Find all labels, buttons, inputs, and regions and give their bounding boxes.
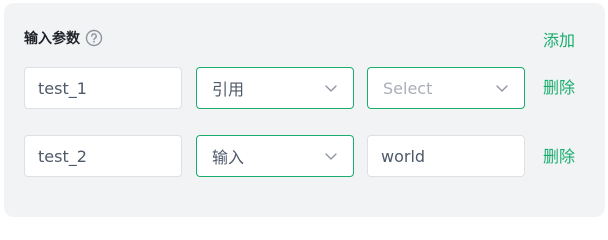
param-name-value: test_1	[38, 78, 87, 98]
delete-row-button[interactable]: 删除	[543, 74, 575, 98]
section-title: 输入参数	[24, 31, 80, 47]
add-param-button[interactable]: 添加	[543, 27, 575, 51]
param-value-select[interactable]: Select	[367, 67, 525, 109]
delete-row-button[interactable]: 删除	[543, 143, 575, 167]
chevron-down-icon	[495, 81, 509, 95]
chevron-down-icon	[324, 149, 338, 163]
param-type-value: 输入	[212, 148, 245, 167]
param-type-value: 引用	[212, 80, 245, 99]
param-value-input[interactable]: world	[367, 135, 525, 177]
param-type-select[interactable]: 输入	[196, 135, 354, 177]
param-type-select[interactable]: 引用	[196, 67, 354, 109]
param-name-value: test_2	[38, 146, 87, 166]
param-value-text: world	[381, 146, 426, 166]
help-circle-icon[interactable]	[85, 29, 103, 47]
param-value-placeholder: Select	[383, 78, 433, 98]
section-header: 输入参数	[24, 28, 103, 48]
chevron-down-icon	[324, 81, 338, 95]
param-name-input[interactable]: test_2	[24, 135, 182, 177]
param-name-input[interactable]: test_1	[24, 67, 182, 109]
